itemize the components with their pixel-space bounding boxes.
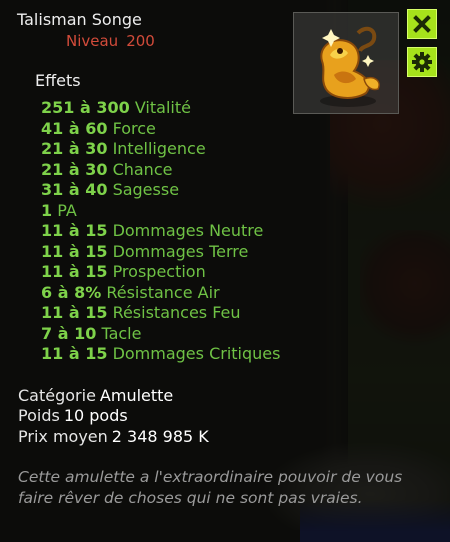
close-button[interactable] (407, 9, 437, 39)
effect-value: 21 à 30 (41, 139, 108, 158)
category-row: Catégorie Amulette (18, 386, 173, 405)
effect-value: 11 à 15 (41, 221, 108, 240)
effect-row: 11 à 15 Dommages Terre (41, 242, 280, 263)
effect-row: 7 à 10 Tacle (41, 324, 280, 345)
effect-label: Dommages Neutre (112, 221, 264, 240)
effect-value: 11 à 15 (41, 303, 108, 322)
item-icon-frame (293, 12, 399, 114)
weight-label: Poids (18, 406, 60, 425)
effect-value: 251 à 300 (41, 98, 130, 117)
effect-row: 251 à 300 Vitalité (41, 98, 280, 119)
effect-row: 11 à 15 Prospection (41, 262, 280, 283)
effect-value: 6 à 8% (41, 282, 102, 302)
category-value: Amulette (99, 386, 174, 405)
effect-row: 21 à 30 Intelligence (41, 139, 280, 160)
close-icon (413, 15, 431, 33)
effect-label: Sagesse (112, 180, 180, 199)
effect-row: 11 à 15 Résistances Feu (41, 303, 280, 324)
category-label: Catégorie (18, 386, 96, 405)
effect-label: Tacle (101, 323, 142, 343)
effect-label: Prospection (112, 262, 206, 281)
level-value: 200 (126, 32, 155, 50)
effect-row: 6 à 8% Résistance Air (41, 283, 280, 304)
effect-row: 21 à 30 Chance (41, 160, 280, 181)
effect-row: 11 à 15 Dommages Critiques (41, 344, 280, 365)
level-label: Niveau (66, 32, 119, 50)
settings-button[interactable] (407, 47, 437, 77)
effect-label: Vitalité (134, 98, 191, 117)
effect-row: 41 à 60 Force (41, 119, 280, 140)
effect-label: Chance (112, 159, 173, 179)
effect-label: Résistances Feu (112, 303, 241, 322)
weight-value: 10 pods (63, 406, 128, 425)
effect-row: 31 à 40 Sagesse (41, 180, 280, 201)
effect-value: 11 à 15 (41, 262, 108, 281)
effect-label: Force (112, 118, 156, 138)
effect-label: Dommages Critiques (112, 344, 281, 363)
price-value: 2 348 985 K (111, 427, 209, 446)
effect-value: 21 à 30 (41, 159, 108, 179)
gear-icon (412, 52, 432, 72)
effects-list: 251 à 300 Vitalité 41 à 60 Force 21 à 30… (41, 98, 280, 365)
price-row: Prix moyen 2 348 985 K (18, 427, 209, 446)
effect-value: 11 à 15 (41, 344, 108, 363)
effect-value: 7 à 10 (41, 323, 97, 343)
golden-lizard-amulet-icon (320, 26, 380, 107)
weight-row: Poids 10 pods (18, 406, 128, 425)
item-name: Talisman Songe (17, 10, 142, 29)
effect-label: Résistance Air (106, 282, 220, 302)
item-level: Niveau 200 (66, 32, 155, 50)
effect-label: PA (57, 200, 77, 220)
effect-label: Intelligence (112, 139, 206, 158)
price-label: Prix moyen (18, 427, 108, 446)
effect-row: 1 PA (41, 201, 280, 222)
effect-value: 1 (41, 200, 53, 220)
effect-value: 11 à 15 (41, 241, 108, 261)
item-description: Cette amulette a l'extraordinaire pouvoi… (18, 468, 403, 507)
effect-value: 31 à 40 (41, 180, 108, 199)
effect-label: Dommages Terre (112, 241, 249, 261)
effects-heading: Effets (35, 71, 81, 90)
effect-row: 11 à 15 Dommages Neutre (41, 221, 280, 242)
effect-value: 41 à 60 (41, 118, 108, 138)
